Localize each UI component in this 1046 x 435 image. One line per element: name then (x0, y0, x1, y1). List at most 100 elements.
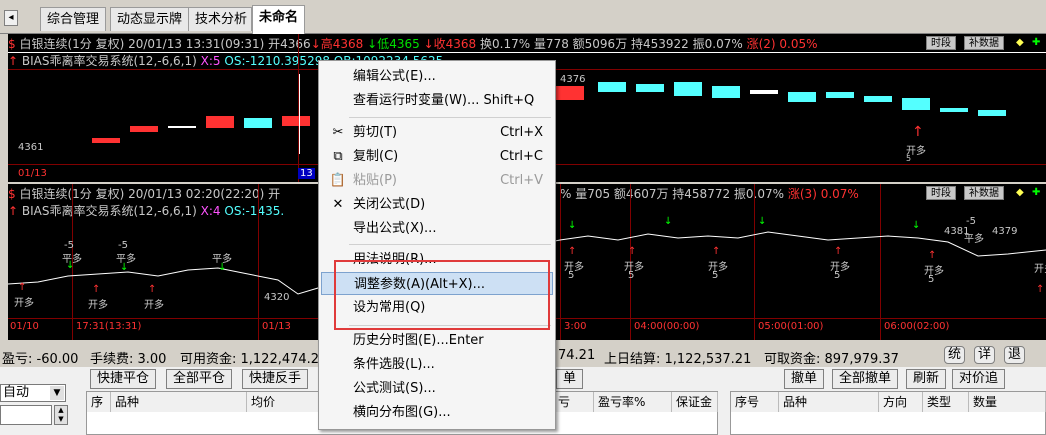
candle (750, 90, 778, 94)
label-close-long: 平多 (212, 254, 232, 265)
chart1-info-line: $ 白银连续(1分 复权) 20/01/13 13:31(09:31) 开436… (8, 37, 818, 51)
tab-scroll-left-button[interactable]: ◂ (4, 10, 18, 26)
time-label: 05:00(01:00) (758, 321, 824, 332)
candle (282, 116, 310, 126)
cancel-all-button[interactable]: 全部撤单 (832, 369, 899, 389)
chart1-indicator-x: X:5 (200, 54, 221, 68)
col-direction: 方向 (879, 392, 923, 412)
quantity-stepper[interactable]: ▲ ▼ (54, 405, 68, 425)
time-label: 17:31(13:31) (76, 321, 142, 332)
sell-arrow-icon: ↓ (912, 220, 921, 231)
menu-item-horizontal-distribution[interactable]: 横向分布图(G)... (321, 401, 553, 424)
candle (940, 108, 968, 112)
candle (788, 92, 816, 102)
scissors-icon: ✂ (332, 125, 344, 140)
candle (978, 110, 1006, 116)
sell-arrow-icon: ↓ (664, 216, 673, 227)
candle (902, 98, 930, 110)
menu-item-paste[interactable]: 📋 粘贴(P) Ctrl+V (321, 169, 553, 192)
detail-button[interactable]: 详 (974, 346, 996, 364)
label-5: 5 (568, 270, 575, 281)
col-symbol: 品种 (111, 392, 247, 412)
tab-unnamed[interactable]: 未命名 (252, 5, 306, 34)
menu-item-edit-formula[interactable]: 编辑公式(E)... (321, 65, 553, 88)
time-label: 01/13 (262, 321, 291, 332)
menu-item-copy[interactable]: ⧉ 复制(C) Ctrl+C (321, 145, 553, 168)
chart1-date-label: 01/13 (18, 168, 47, 179)
tab-overview[interactable]: 综合管理 (40, 7, 107, 31)
menu-label: 粘贴(P) (353, 173, 397, 188)
mode-select[interactable]: 自动 ▼ (0, 384, 66, 402)
fee: 手续费: 3.00 (90, 352, 167, 367)
buy-arrow-icon: ↑ (148, 284, 157, 295)
candle (206, 116, 234, 128)
menu-item-cut[interactable]: ✂ 剪切(T) Ctrl+X (321, 121, 553, 144)
refresh-button[interactable]: 刷新 (906, 369, 947, 389)
candle (168, 126, 196, 128)
candle (556, 86, 584, 100)
buy-arrow-icon: ↑ (912, 124, 924, 140)
chart1-info-main: 白银连续(1分 复权) 20/01/13 13:31(09:31) 开4366 (19, 37, 311, 51)
menu-item-view-runtime-vars[interactable]: 查看运行时变量(W)... Shift+Q (321, 89, 553, 112)
context-menu: 编辑公式(E)... 查看运行时变量(W)... Shift+Q ✂ 剪切(T) C… (318, 60, 556, 430)
time-label: 01/10 (10, 321, 39, 332)
label-open-long: 开多 (144, 300, 164, 311)
chart1-cursor-label: 13 (298, 168, 315, 179)
quick-reverse-button[interactable]: 快捷反手 (242, 369, 309, 389)
signal-value: 5 (906, 154, 912, 163)
buy-arrow-icon: ↑ (18, 282, 27, 293)
label-open-long: 开多 (14, 298, 34, 309)
candle (598, 82, 626, 92)
close-icon: ✕ (332, 197, 344, 212)
add-icon[interactable]: ✚ (1032, 37, 1040, 48)
menu-item-stock-screener[interactable]: 条件选股(L)... (321, 353, 553, 376)
close-all-button[interactable]: 全部平仓 (166, 369, 233, 389)
col-profit-rate: 盈亏率% (594, 392, 672, 412)
col-type: 类型 (923, 392, 969, 412)
profit-loss: 盈亏: -60.00 (2, 352, 79, 367)
candle (826, 92, 854, 98)
tab-technical-analysis[interactable]: 技术分析 (188, 7, 252, 31)
buy-arrow-icon: ↑ (834, 246, 843, 257)
period-button[interactable]: 时段 (926, 36, 956, 50)
label-open-long: 开多 (1034, 264, 1046, 275)
chevron-down-icon: ▼ (50, 386, 64, 400)
menu-label: 公式测试(S)... (353, 381, 436, 396)
order-button[interactable]: 单 (556, 369, 584, 389)
menu-label: 横向分布图(G)... (353, 405, 451, 420)
stats-button[interactable]: 统 (944, 346, 966, 364)
menu-label: 剪切(T) (353, 125, 398, 140)
counter-price-chase-button[interactable]: 对价追 (952, 369, 1006, 389)
candle (244, 118, 272, 128)
menu-item-export-formula[interactable]: 导出公式(X)... (321, 217, 553, 240)
price-label-4379: 4379 (992, 226, 1018, 237)
menu-shortcut: Ctrl+V (500, 173, 543, 188)
col-margin: 保证金 (672, 392, 718, 412)
menu-label: 复制(C) (353, 149, 399, 164)
menu-label: 编辑公式(E)... (353, 69, 436, 84)
cancel-order-button[interactable]: 撤单 (784, 369, 825, 389)
price-label-4320: 4320 (264, 292, 290, 303)
low-price-label: 4361 (18, 142, 44, 153)
sell-arrow-icon: ↓ (568, 220, 577, 231)
tab-dynamic-board[interactable]: 动态显示牌 (110, 7, 190, 31)
arrow-up-icon: ↑ (8, 54, 19, 68)
label-5: 5 (628, 270, 635, 281)
settings-gear-icon[interactable]: ◆ (1016, 37, 1024, 48)
quantity-input[interactable] (0, 405, 52, 425)
menu-item-formula-test[interactable]: 公式测试(S)... (321, 377, 553, 400)
fill-data-button[interactable]: 补数据 (964, 36, 1004, 50)
candle (674, 82, 702, 96)
label-close-long: 平多 (964, 234, 984, 245)
chart1-change: 涨(2) 0.05% (746, 37, 818, 51)
menu-item-close-formula[interactable]: ✕ 关闭公式(D) (321, 193, 553, 216)
highlight-annotation-box (334, 260, 550, 330)
time-label: 04:00(00:00) (634, 321, 700, 332)
menu-item-history-timeshare[interactable]: 历史分时图(E)...Enter (321, 329, 553, 352)
buy-arrow-icon: ↑ (928, 250, 937, 261)
menu-label: 历史分时图(E)...Enter (353, 333, 484, 348)
exit-button[interactable]: 退 (1004, 346, 1026, 364)
quick-close-button[interactable]: 快捷平仓 (90, 369, 157, 389)
label-5: 5 (712, 270, 719, 281)
buy-arrow-icon: ↑ (628, 246, 637, 257)
